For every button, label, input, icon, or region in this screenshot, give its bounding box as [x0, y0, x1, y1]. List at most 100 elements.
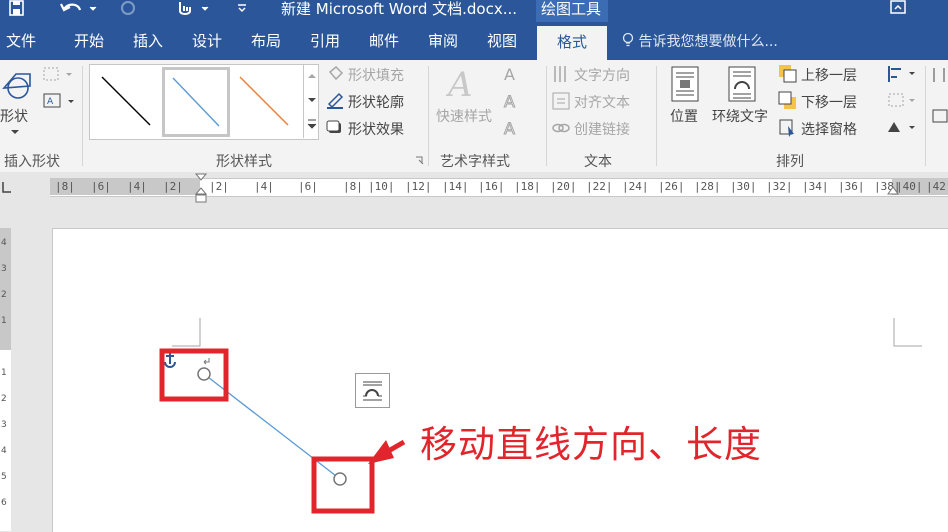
shapes-dropdown-icon[interactable] — [10, 128, 20, 136]
ribbon-display-options-icon[interactable] — [888, 0, 908, 18]
group-label-arrange: 排列 — [776, 154, 804, 170]
edit-shape-icon[interactable] — [42, 66, 74, 82]
ruler-tick: |10| — [368, 180, 395, 193]
ruler-tick: |6| — [298, 180, 318, 193]
send-backward-button[interactable]: 下移一层 — [801, 92, 857, 112]
redo-icon[interactable] — [118, 0, 138, 18]
gallery-scroll — [303, 64, 319, 138]
send-backward-icon[interactable] — [778, 91, 798, 111]
vruler-tick: 2 — [1, 290, 7, 300]
right-indent-marker-icon[interactable] — [886, 185, 900, 199]
group-separator — [546, 66, 547, 166]
position-icon[interactable] — [670, 66, 700, 104]
bring-forward-icon[interactable] — [778, 64, 798, 84]
indent-marker-icon[interactable] — [194, 173, 208, 205]
shape-styles-launcher-icon[interactable] — [415, 156, 425, 166]
ruler-tick: |2| — [209, 180, 229, 193]
tab-file[interactable]: 文件 — [6, 22, 36, 60]
gallery-up-icon — [308, 74, 316, 78]
customize-qat-icon[interactable] — [236, 2, 248, 14]
tab-mailings[interactable]: 邮件 — [369, 22, 399, 60]
margin-mark-right — [893, 318, 922, 347]
tab-view[interactable]: 视图 — [487, 22, 517, 60]
tab-references[interactable]: 引用 — [310, 22, 340, 60]
shape-outline-button[interactable]: 形状轮廓 — [348, 92, 404, 112]
shape-styles-gallery — [89, 64, 319, 140]
ruler-tick: |42| — [926, 180, 948, 193]
ruler-tick: |32| — [766, 180, 793, 193]
ruler-tick: |34| — [802, 180, 829, 193]
paragraph-mark-icon — [203, 358, 210, 365]
vruler-tick: 5 — [1, 472, 7, 482]
annotation-text: 移动直线方向、长度 — [420, 423, 762, 466]
vruler-tick: 1 — [1, 316, 7, 326]
shape-outline-icon[interactable] — [326, 91, 344, 109]
ruler-tick: |14| — [442, 180, 469, 193]
bring-forward-button[interactable]: 上移一层 — [801, 65, 857, 85]
shape-effects-icon[interactable] — [326, 118, 344, 136]
align-group-rotate-icons[interactable] — [885, 64, 919, 138]
wrap-text-button[interactable]: 环绕文字 — [712, 106, 768, 126]
position-button[interactable]: 位置 — [670, 106, 698, 126]
lightbulb-icon — [622, 32, 634, 47]
touch-mode-icon[interactable] — [172, 0, 214, 18]
layout-options-button[interactable] — [355, 373, 390, 408]
style-swatch-orange[interactable] — [230, 67, 300, 135]
text-fill-outline-effects-icons[interactable]: A A A — [502, 64, 538, 138]
create-link-button[interactable]: 创建链接 — [574, 119, 630, 139]
tell-me-text: 告诉我您想要做什么... — [638, 34, 778, 50]
shapes-button[interactable]: 形状 — [0, 106, 28, 126]
ruler-tick: |18| — [514, 180, 541, 193]
align-text-icon[interactable] — [551, 91, 571, 111]
group-separator — [82, 66, 83, 166]
text-direction-button[interactable]: 文字方向 — [574, 65, 630, 85]
svg-text:A: A — [504, 92, 515, 111]
ruler-tick: |6| — [91, 180, 111, 193]
shape-effects-button[interactable]: 形状效果 — [348, 119, 404, 139]
ruler-tick: |36| — [838, 180, 865, 193]
gallery-more-icon — [307, 119, 317, 129]
shape-fill-icon[interactable] — [326, 64, 344, 82]
selection-pane-icon[interactable] — [778, 118, 798, 138]
align-text-button[interactable]: 对齐文本 — [574, 92, 630, 112]
ruler-tick: |30| — [730, 180, 757, 193]
ruler-tick: |8| — [55, 180, 75, 193]
quick-styles-icon[interactable]: A — [446, 66, 486, 106]
group-label-text: 文本 — [584, 154, 612, 170]
tab-layout[interactable]: 布局 — [251, 22, 281, 60]
tab-design[interactable]: 设计 — [192, 22, 222, 60]
layout-options-icon — [363, 381, 382, 401]
vruler-tick: 3 — [1, 420, 7, 430]
svg-text:A: A — [504, 119, 515, 138]
wrap-text-icon[interactable] — [727, 66, 757, 104]
tab-home[interactable]: 开始 — [74, 22, 104, 60]
undo-icon[interactable] — [58, 0, 98, 18]
ruler-tick: |26| — [658, 180, 685, 193]
create-link-icon[interactable] — [551, 118, 571, 138]
style-swatch-blue[interactable] — [162, 67, 230, 137]
ruler-tick: |12| — [405, 180, 432, 193]
quick-styles-button[interactable]: 快速样式 — [436, 106, 492, 126]
text-box-icon[interactable]: A — [42, 92, 76, 110]
tell-me-box[interactable]: 告诉我您想要做什么... — [622, 22, 778, 60]
tab-selector-icon[interactable] — [0, 178, 12, 196]
margin-mark-left — [172, 318, 201, 347]
style-swatch-black[interactable] — [92, 67, 162, 135]
page-content — [159, 318, 922, 514]
anchor-icon — [164, 352, 176, 368]
selection-pane-button[interactable]: 选择窗格 — [801, 119, 857, 139]
line-start-handle — [197, 367, 211, 381]
group-separator — [428, 66, 429, 166]
tab-review[interactable]: 审阅 — [428, 22, 458, 60]
tab-insert[interactable]: 插入 — [133, 22, 163, 60]
vruler-tick: 4 — [1, 446, 7, 456]
ruler-tick: |2| — [163, 180, 183, 193]
save-icon[interactable] — [8, 0, 26, 18]
tab-format[interactable]: 格式 — [537, 26, 607, 60]
text-direction-icon[interactable] — [551, 64, 571, 84]
size-group-icons[interactable] — [930, 66, 948, 136]
group-label-wordart: 艺术字样式 — [440, 154, 510, 170]
shapes-gallery-icon[interactable] — [0, 66, 36, 106]
shape-fill-button[interactable]: 形状填充 — [348, 65, 404, 85]
group-separator — [925, 66, 926, 166]
